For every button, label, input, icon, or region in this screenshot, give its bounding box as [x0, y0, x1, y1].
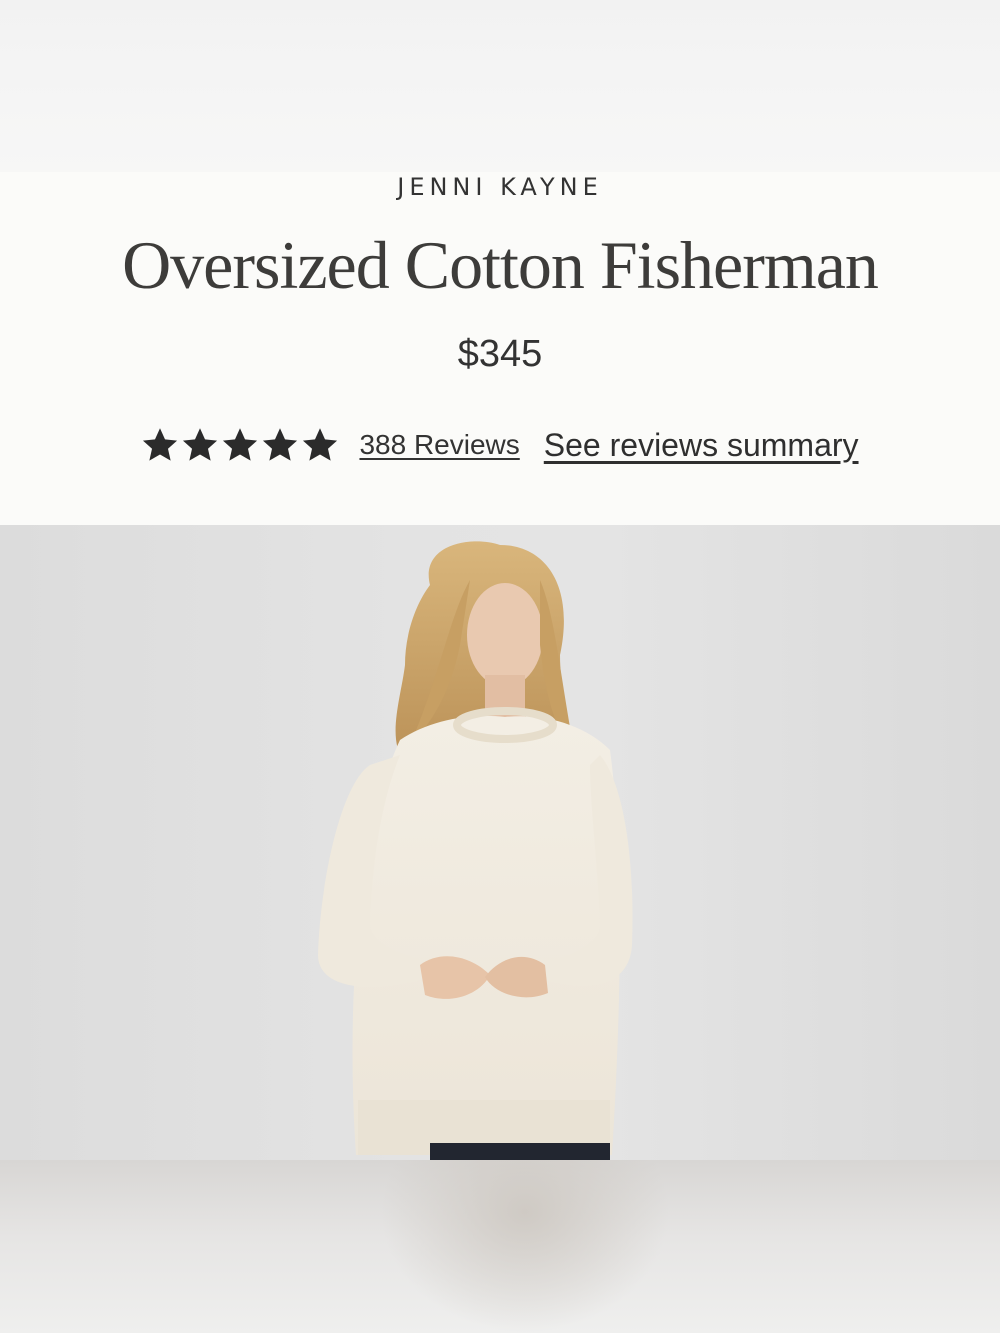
product-header: JENNI KAYNE Oversized Cotton Fisherman $…	[0, 172, 1000, 525]
reviews-count-link[interactable]: 388 Reviews	[359, 429, 519, 461]
see-reviews-summary-link[interactable]: See reviews summary	[544, 427, 859, 464]
star-icon	[141, 427, 179, 463]
rating-row: 388 Reviews See reviews summary	[0, 420, 1000, 470]
star-rating[interactable]	[141, 427, 339, 463]
brand-name[interactable]: JENNI KAYNE	[0, 172, 1000, 202]
star-icon	[181, 427, 219, 463]
star-icon	[261, 427, 299, 463]
star-icon	[221, 427, 259, 463]
product-price: $345	[457, 333, 543, 375]
product-image[interactable]	[0, 525, 1000, 1160]
product-page: JENNI KAYNE Oversized Cotton Fisherman $…	[0, 0, 1000, 1333]
star-icon	[301, 427, 339, 463]
model-illustration	[318, 541, 633, 1160]
top-blurred-area	[0, 0, 1000, 172]
blurred-shape	[380, 1160, 670, 1333]
product-title: Oversized Cotton Fisherman	[122, 227, 879, 303]
bottom-blurred-area	[0, 1160, 1000, 1333]
